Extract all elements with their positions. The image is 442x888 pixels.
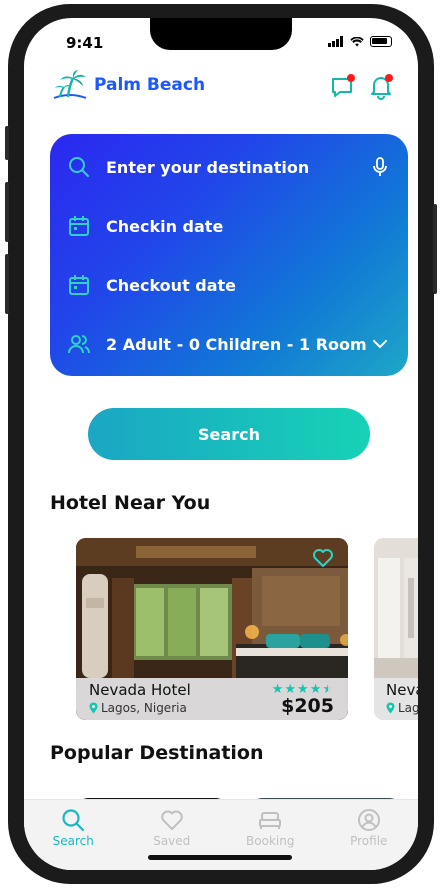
- message-badge: [347, 74, 355, 82]
- side-button-volume-up: [5, 182, 9, 242]
- tab-label: Booking: [246, 834, 295, 848]
- user-icon: [357, 809, 380, 831]
- calendar-icon: [69, 275, 89, 295]
- status-time: 9:41: [66, 34, 104, 52]
- users-icon: [68, 335, 90, 354]
- status-icons: [328, 36, 392, 47]
- palm-tree-icon: [53, 70, 87, 99]
- side-button-power: [433, 204, 437, 294]
- destination-field[interactable]: Enter your destination: [68, 150, 390, 184]
- heart-icon: [161, 810, 183, 830]
- heart-icon[interactable]: [312, 548, 334, 568]
- search-form: Enter your destination Checkin date Chec…: [50, 134, 408, 376]
- calendar-icon: [69, 216, 89, 236]
- hotels-section-title: Hotel Near You: [50, 492, 211, 514]
- microphone-icon[interactable]: [370, 157, 390, 177]
- checkout-placeholder: Checkout date: [106, 275, 237, 295]
- search-icon: [69, 157, 89, 177]
- message-button[interactable]: [330, 74, 356, 100]
- tab-profile[interactable]: Profile: [320, 800, 419, 870]
- tab-label: Saved: [153, 834, 191, 848]
- guests-dropdown[interactable]: 2 Adult - 0 Children - 1 Room: [68, 327, 390, 361]
- checkin-field[interactable]: Checkin date: [68, 209, 390, 243]
- bottom-tab-bar: Search Saved Booking Profile: [24, 799, 418, 870]
- location-pin-icon: [386, 702, 395, 714]
- hotel-location-text: Lag: [398, 701, 418, 715]
- guests-value: 2 Adult - 0 Children - 1 Room: [106, 334, 367, 354]
- tab-search[interactable]: Search: [24, 800, 123, 870]
- checkout-field[interactable]: Checkout date: [68, 268, 390, 302]
- wifi-icon: [350, 36, 364, 47]
- location-pin-icon: [89, 702, 98, 714]
- cellular-icon: [328, 36, 344, 47]
- home-indicator: [148, 855, 292, 860]
- destination-placeholder: Enter your destination: [106, 157, 310, 177]
- hotel-location-text: Lagos, Nigeria: [101, 701, 187, 715]
- app-name: Palm Beach: [94, 75, 206, 95]
- hotel-card[interactable]: Nevada Hotel Lagos, Nigeria ★ ★ ★ ★ ★ $2…: [76, 538, 348, 720]
- tab-label: Search: [52, 834, 94, 848]
- notification-button[interactable]: [368, 74, 394, 100]
- hotel-name: Nevada: [386, 681, 418, 699]
- hotel-info: Nevada Lag: [374, 678, 418, 720]
- side-button-volume-down: [5, 254, 9, 314]
- checkin-placeholder: Checkin date: [106, 216, 224, 236]
- search-button[interactable]: Search: [88, 408, 370, 460]
- hotel-info: Nevada Hotel Lagos, Nigeria ★ ★ ★ ★ ★ $2…: [76, 678, 348, 720]
- search-icon: [62, 809, 85, 832]
- side-button-silent: [5, 126, 9, 160]
- notification-badge: [385, 74, 393, 82]
- notch: [150, 18, 292, 50]
- hotel-location: Lagos, Nigeria: [89, 701, 187, 715]
- tab-label: Profile: [350, 834, 388, 848]
- bed-icon: [259, 812, 282, 829]
- battery-icon: [370, 36, 392, 47]
- logo: Palm Beach: [52, 70, 205, 100]
- popular-section-title: Popular Destination: [50, 742, 264, 764]
- phone-frame: 9:41 Palm Beach Enter your destination C…: [5, 4, 437, 884]
- hotel-card[interactable]: Nevada Lag: [374, 538, 418, 720]
- app-header: Palm Beach: [52, 70, 393, 114]
- hotel-name: Nevada Hotel: [89, 681, 191, 699]
- screen: 9:41 Palm Beach Enter your destination C…: [24, 18, 418, 870]
- hotel-location: Lag: [386, 701, 418, 715]
- chevron-down-icon: [373, 340, 387, 349]
- hotel-price: $205: [281, 695, 334, 717]
